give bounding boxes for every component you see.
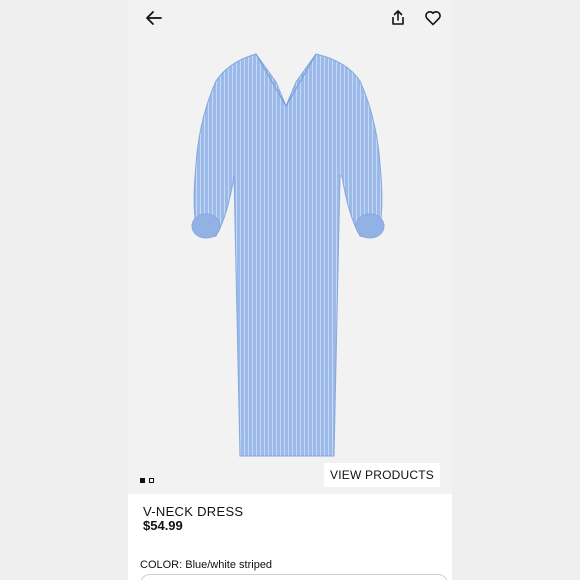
- size-selector[interactable]: [140, 574, 448, 580]
- product-price: $54.99: [143, 518, 183, 533]
- color-label: COLOR: Blue/white striped: [140, 559, 273, 571]
- top-bar: [128, 0, 452, 36]
- back-arrow-icon[interactable]: [142, 6, 166, 30]
- share-icon[interactable]: [386, 6, 410, 30]
- product-title: V-NECK DRESS: [143, 504, 244, 519]
- product-page: VIEW PRODUCTS V-NECK DRESS $54.99 COLOR:…: [128, 0, 452, 580]
- view-products-button[interactable]: VIEW PRODUCTS: [324, 463, 440, 487]
- product-image[interactable]: VIEW PRODUCTS: [128, 36, 452, 494]
- heart-icon[interactable]: [421, 6, 445, 30]
- pagination-dot[interactable]: [149, 478, 154, 483]
- pagination-dot-active[interactable]: [140, 478, 145, 483]
- pagination-dots: [140, 478, 154, 483]
- dress-illustration: [191, 53, 385, 457]
